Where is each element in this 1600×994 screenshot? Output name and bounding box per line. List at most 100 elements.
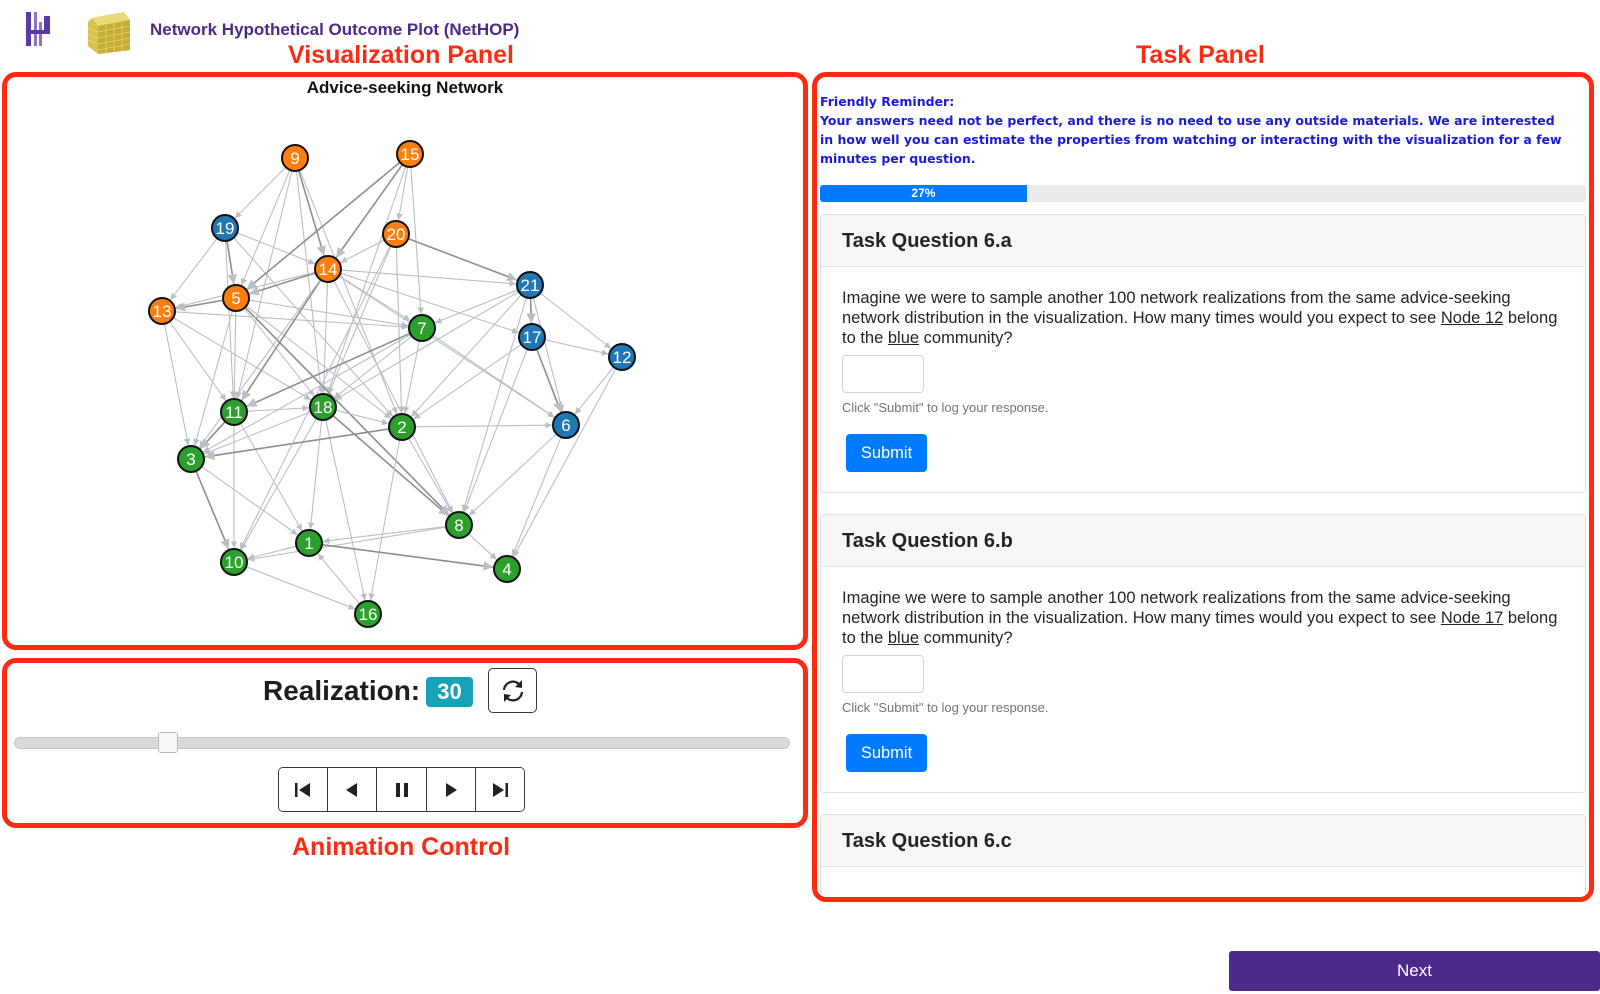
node-label: 12 <box>613 348 632 367</box>
network-graph[interactable]: 9 15 20 14 5 13 19 21 17 12 6 7 11 18 2 3 8 1 10 4 16 <box>10 100 800 640</box>
node-label: 20 <box>387 225 406 244</box>
edge-8-4 <box>468 533 498 560</box>
node-label: 2 <box>397 418 406 437</box>
animation-control-callout: Animation Control <box>292 833 511 861</box>
skip-to-end-icon <box>492 782 508 797</box>
edge-12-4 <box>513 368 617 557</box>
realization-label: Realization: <box>263 675 421 706</box>
node-11[interactable]: 11 <box>220 398 248 426</box>
node-label: 7 <box>417 319 426 338</box>
node-14[interactable]: 14 <box>314 255 342 283</box>
node-2[interactable]: 2 <box>388 413 416 441</box>
edge-21-18 <box>334 291 520 401</box>
node-21[interactable]: 21 <box>516 271 544 299</box>
node-12[interactable]: 12 <box>608 343 636 371</box>
realization-slider-thumb[interactable] <box>157 732 178 753</box>
edge-19-5 <box>226 240 238 285</box>
node-16[interactable]: 16 <box>354 600 382 628</box>
realization-badge: 30 <box>426 677 473 707</box>
edge-2-6 <box>414 421 553 429</box>
node-label: 8 <box>454 516 463 535</box>
edge-20-21 <box>407 237 518 282</box>
node-label: 16 <box>359 605 378 624</box>
node-label: 10 <box>225 553 244 572</box>
node-label: 3 <box>186 450 195 469</box>
node-label: 15 <box>401 145 420 164</box>
node-3[interactable]: 3 <box>177 445 205 473</box>
node-label: 1 <box>304 534 313 553</box>
edge-18-1 <box>307 419 323 530</box>
node-5[interactable]: 5 <box>222 284 250 312</box>
node-8[interactable]: 8 <box>445 511 473 539</box>
edge-5-18 <box>243 307 315 397</box>
edge-17-2 <box>413 343 522 420</box>
node-18[interactable]: 18 <box>309 393 337 421</box>
node-10[interactable]: 10 <box>220 548 248 576</box>
node-13[interactable]: 13 <box>148 297 176 325</box>
edge-8-10 <box>247 526 447 562</box>
first-button[interactable] <box>279 768 329 811</box>
node-label: 5 <box>231 289 240 308</box>
edge-17-8 <box>463 348 528 513</box>
edge-2-16 <box>368 439 401 601</box>
node-4[interactable]: 4 <box>493 555 521 583</box>
visualization-panel-callout: Visualization Panel <box>288 41 515 69</box>
edge-18-16 <box>325 419 367 601</box>
node-6[interactable]: 6 <box>552 411 580 439</box>
edge-18-2 <box>335 409 389 426</box>
node-label: 13 <box>153 302 172 321</box>
node-1[interactable]: 1 <box>295 529 323 557</box>
resample-button[interactable] <box>488 668 537 713</box>
refresh-icon <box>502 679 523 702</box>
skip-to-start-icon <box>295 782 311 797</box>
task-panel-callout: Task Panel <box>1136 41 1265 69</box>
edge-11-3 <box>199 421 226 450</box>
node-label: 14 <box>319 260 338 279</box>
edge-10-16 <box>245 566 356 610</box>
edge-7-2 <box>402 340 420 414</box>
step-forward-icon <box>445 782 457 797</box>
node-label: 18 <box>314 398 333 417</box>
next-step-button[interactable] <box>426 768 476 811</box>
node-17[interactable]: 17 <box>518 323 546 351</box>
edge-9-19 <box>234 166 287 219</box>
edge-11-1 <box>239 423 303 532</box>
edge-21-17 <box>526 297 536 324</box>
node-label: 4 <box>502 560 511 579</box>
edge-11-18 <box>246 404 310 412</box>
edge-21-7 <box>434 289 519 324</box>
pause-button[interactable] <box>377 768 427 811</box>
edge-17-12 <box>544 339 609 356</box>
node-9[interactable]: 9 <box>281 144 309 172</box>
app-title: Network Hypothetical Outcome Plot (NetHO… <box>150 20 520 39</box>
edge-1-10 <box>247 545 297 561</box>
previous-button[interactable] <box>328 768 378 811</box>
edge-13-11 <box>169 321 227 401</box>
edge-21-12 <box>539 292 612 349</box>
node-20[interactable]: 20 <box>382 220 410 248</box>
step-back-icon <box>346 782 358 797</box>
edge-5-3 <box>193 310 234 446</box>
playback-controls <box>278 767 525 812</box>
edge-19-13 <box>170 238 218 301</box>
graph-title: Advice-seeking Network <box>306 78 504 97</box>
node-15[interactable]: 15 <box>396 140 424 168</box>
task-panel-frame <box>812 72 1594 902</box>
node-label: 9 <box>290 149 299 168</box>
edge-14-5 <box>249 272 316 296</box>
pause-icon <box>395 782 408 797</box>
cube-logo <box>84 8 132 56</box>
realization-slider-track[interactable] <box>14 737 790 749</box>
next-button[interactable]: Next <box>1229 951 1600 991</box>
node-label: 6 <box>561 416 570 435</box>
last-button[interactable] <box>475 768 524 811</box>
hop-logo <box>26 10 52 48</box>
node-label: 17 <box>523 328 542 347</box>
edge-1-4 <box>321 543 494 571</box>
node-label: 11 <box>225 403 243 422</box>
node-19[interactable]: 19 <box>211 214 239 242</box>
node-7[interactable]: 7 <box>408 314 436 342</box>
edge-6-4 <box>511 436 562 557</box>
edge-8-1 <box>322 526 447 544</box>
edge-21-6 <box>532 297 565 412</box>
